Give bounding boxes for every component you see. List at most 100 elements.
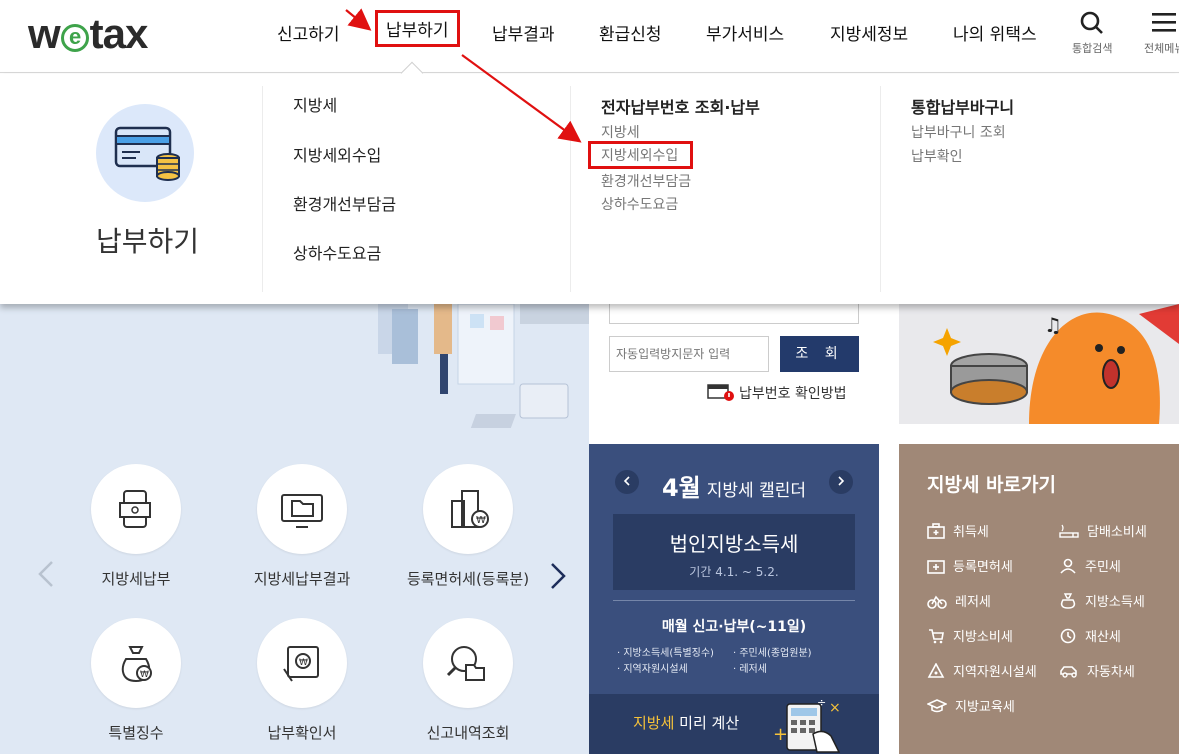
shortcut-vehicle-tax[interactable]: 자동차세 [1059, 661, 1135, 680]
captcha-input[interactable] [609, 336, 769, 372]
quick-label: 등록면허세(등록분) [406, 570, 530, 588]
nav-refund[interactable]: 환급신청 [599, 20, 662, 45]
calculator-hand-icon: + × ÷ [773, 696, 841, 753]
help-link-text: 납부번호 확인방법 [739, 386, 847, 402]
shortcut-acquisition-tax[interactable]: 취득세 [927, 521, 989, 540]
calendar-heading: 4월 지방세 캘린더 [589, 468, 879, 503]
integrated-search-button[interactable]: 통합검색 [1072, 10, 1112, 56]
shortcut-label: 지방소비세 [953, 630, 1013, 645]
mobile-payment-icon [119, 490, 151, 528]
mega-sub-water-fee[interactable]: 상하수도요금 [601, 194, 678, 214]
search-label: 통합검색 [1072, 42, 1113, 55]
shortcuts-title: 지방세 바로가기 [927, 474, 1056, 496]
mega-link-non-tax-revenue[interactable]: 지방세외수입 [293, 142, 381, 166]
payment-number-help-link[interactable]: 납부번호 확인방법 [707, 382, 847, 403]
bicycle-icon [927, 595, 947, 609]
payment-hero-icon [96, 104, 194, 202]
nav-extra-services[interactable]: 부가서비스 [706, 20, 784, 45]
wetax-logo[interactable]: w e tax [28, 10, 149, 58]
calendar-divider [613, 600, 855, 601]
shortcut-leisure-tax[interactable]: 레저세 [927, 591, 991, 610]
mega-col3-title: 통합납부바구니 [911, 98, 1015, 117]
shortcut-resident-tax[interactable]: 주민세 [1059, 556, 1121, 575]
svg-text:+: + [773, 724, 788, 745]
monthly-item-text: 지역자원시설세 [623, 664, 688, 675]
shortcut-label: 지방교육세 [955, 700, 1015, 715]
recycle-icon [927, 662, 945, 678]
calendar-card-title: 법인지방소득세 [669, 532, 799, 556]
monthly-title: 매월 신고·납부(~11일) [661, 619, 807, 635]
nav-report[interactable]: 신고하기 [277, 20, 340, 45]
money-bag-icon: ₩ [121, 646, 152, 683]
quick-prev-arrow[interactable] [38, 560, 54, 595]
all-menu-button[interactable]: 전체메뉴 [1144, 10, 1179, 56]
promo-banner[interactable]: ♫ [899, 304, 1179, 424]
quick-icon-wrap: ₩ [423, 464, 513, 554]
shortcut-regional-resource-tax[interactable]: 지역자원시설세 [927, 661, 1037, 680]
shortcut-label: 레저세 [955, 595, 991, 610]
chevron-right-icon [551, 563, 566, 589]
quick-report-history[interactable]: 신고내역조회 [398, 618, 538, 743]
svg-text:₩: ₩ [140, 670, 149, 680]
mega-sub-basket-lookup[interactable]: 납부바구니 조회 [911, 122, 1006, 142]
shortcut-label: 지방소득세 [1085, 595, 1145, 610]
mega-col2-title: 전자납부번호 조회·납부 [601, 98, 760, 117]
svg-text:₩: ₩ [299, 658, 308, 668]
nav-payment-result[interactable]: 납부결과 [492, 20, 555, 45]
monthly-item-text: 주민세(종업원분) [739, 648, 812, 659]
graduation-cap-icon [927, 698, 947, 712]
mega-sub-payment-confirm[interactable]: 납부확인 [911, 146, 963, 166]
shortcut-local-education-tax[interactable]: 지방교육세 [927, 696, 1015, 715]
svg-text:₩: ₩ [476, 515, 486, 526]
monthly-item: · 지방소득세(특별징수) [617, 648, 714, 659]
mega-hero-title: 납부하기 [96, 225, 200, 258]
shortcut-property-tax[interactable]: 재산세 [1059, 626, 1121, 645]
svg-text:♫: ♫ [1044, 313, 1062, 337]
quick-next-arrow[interactable] [550, 562, 566, 597]
shortcut-registration-license-tax[interactable]: 등록면허세 [927, 556, 1013, 575]
quick-local-tax-payment[interactable]: 지방세납부 [66, 464, 206, 589]
cigarette-icon [1059, 524, 1079, 538]
quick-label: 특별징수 [108, 724, 164, 742]
nav-payment[interactable]: 납부하기 [375, 10, 460, 47]
shortcut-tobacco-tax[interactable]: 담배소비세 [1059, 521, 1147, 540]
shortcut-local-income-tax[interactable]: 지방소득세 [1059, 591, 1145, 610]
calendar-card[interactable]: 법인지방소득세 기간 4.1. ~ 5.2. [613, 514, 855, 590]
mega-link-local-tax[interactable]: 지방세 [293, 92, 337, 116]
svg-text:÷: ÷ [817, 696, 826, 709]
quick-special-withholding[interactable]: ₩ 특별징수 [66, 618, 206, 743]
payment-mega-menu: 납부하기 지방세 지방세외수입 환경개선부담금 상하수도요금 전자납부번호 조회… [0, 61, 1179, 304]
monthly-item-text: 레저세 [739, 664, 767, 675]
local-tax-calendar: 4월 지방세 캘린더 법인지방소득세 기간 4.1. ~ 5.2. 매월 신고·납… [589, 444, 879, 754]
mega-link-env-charge[interactable]: 환경개선부담금 [293, 191, 396, 215]
city-illustration [378, 304, 589, 428]
nav-local-tax-info[interactable]: 지방세정보 [830, 20, 908, 45]
receipt-warning-icon [707, 384, 734, 401]
mega-col-1: 지방세 지방세외수입 환경개선부담금 상하수도요금 [262, 86, 570, 292]
mega-sub-local-tax[interactable]: 지방세 [601, 122, 640, 142]
quick-icon-wrap [423, 618, 513, 708]
folder-monitor-icon [281, 494, 323, 528]
shortcut-local-consumption-tax[interactable]: 지방소비세 [927, 626, 1013, 645]
mega-sub-non-tax-revenue[interactable]: 지방세외수입 [588, 141, 694, 169]
mega-col-3: 통합납부바구니 납부바구니 조회 납부확인 [880, 86, 1179, 292]
car-icon [1060, 665, 1077, 678]
nav-my-wetax[interactable]: 나의 위택스 [953, 20, 1037, 45]
quick-local-tax-payment-result[interactable]: 지방세납부결과 [232, 464, 372, 589]
calc-text: 지방세 미리 계산 [633, 712, 739, 733]
logo-suffix: tax [89, 10, 149, 57]
quick-label: 지방세납부결과 [253, 570, 351, 588]
quick-icon-wrap: ₩ [91, 618, 181, 708]
quick-registration-license-tax[interactable]: ₩ 등록면허세(등록분) [398, 464, 538, 589]
site-header: w e tax 신고하기 납부하기 납부결과 환급신청 부가서비스 지방세정보 나의… [0, 0, 1179, 73]
quick-label: 지방세납부 [101, 570, 171, 588]
mega-col-2: 전자납부번호 조회·납부 지방세 지방세외수입 환경개선부담금 상하수도요금 [570, 86, 880, 292]
tax-calculator-banner[interactable]: 지방세 미리 계산 + × ÷ [589, 694, 879, 754]
mega-sub-env-charge[interactable]: 환경개선부담금 [601, 171, 691, 191]
mega-link-water-fee[interactable]: 상하수도요금 [293, 240, 381, 264]
quick-payment-certificate[interactable]: ₩ 납부확인서 [232, 618, 372, 743]
quick-icon-wrap: ₩ [257, 618, 347, 708]
calendar-card-period: 기간 4.1. ~ 5.2. [689, 565, 779, 579]
query-button[interactable]: 조 회 [780, 336, 859, 372]
card-and-coins-icon [114, 126, 180, 181]
